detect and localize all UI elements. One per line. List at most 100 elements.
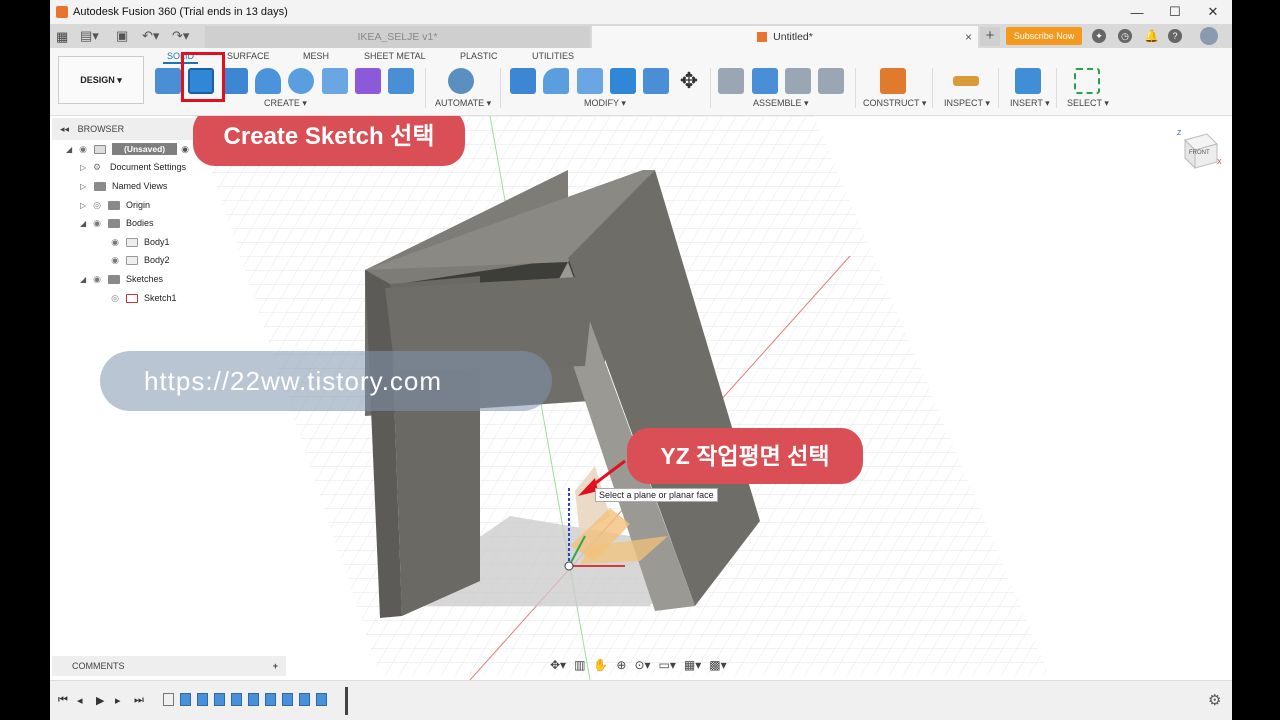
play-icon[interactable]: ▶ [96, 694, 104, 707]
automate-group-label[interactable]: AUTOMATE ▾ [435, 98, 491, 109]
tab-plastic[interactable]: PLASTIC [460, 51, 498, 61]
user-avatar[interactable] [1200, 27, 1218, 45]
tab-utilities[interactable]: UTILITIES [532, 51, 574, 61]
job-status-icon[interactable]: ◷ [1118, 29, 1132, 43]
tree-item-sketches[interactable]: ◢ ◉ Sketches [80, 270, 163, 288]
comments-panel[interactable]: COMMENTS + [52, 656, 286, 676]
undo-icon[interactable]: ↶▾ [142, 28, 159, 44]
timeline-marker[interactable] [345, 687, 348, 715]
move-icon[interactable]: ✥ [676, 68, 702, 94]
eye-icon[interactable]: ◉ [108, 237, 122, 248]
timeline-feature-item[interactable] [299, 693, 310, 706]
eye-icon[interactable]: ◉ [108, 255, 122, 266]
visual-style-icon[interactable]: ▦▾ [684, 658, 701, 672]
timeline-sketch-item[interactable] [163, 693, 174, 706]
timeline-feature-item[interactable] [231, 693, 242, 706]
subscribe-button[interactable]: Subscribe Now [1006, 27, 1082, 45]
new-component-icon[interactable] [155, 68, 181, 94]
collapse-triangle-icon[interactable]: ◢ [66, 145, 76, 154]
fit-icon[interactable]: ⊙▾ [634, 658, 650, 672]
file-menu-icon[interactable]: ▤▾ [80, 28, 99, 44]
minimize-button[interactable]: — [1118, 0, 1156, 24]
hole-icon[interactable] [288, 68, 314, 94]
as-built-joint-icon[interactable] [785, 68, 811, 94]
tree-item-bodies[interactable]: ◢ ◉ Bodies [80, 214, 154, 232]
timeline-feature-item[interactable] [197, 693, 208, 706]
eye-icon[interactable]: ◉ [90, 274, 104, 285]
extensions-icon[interactable]: ✦ [1092, 29, 1106, 43]
step-forward-icon[interactable]: ▸ [115, 694, 121, 707]
eye-icon[interactable]: ◉ [90, 218, 104, 229]
close-tab-button[interactable]: × [965, 30, 972, 44]
tab-mesh[interactable]: MESH [303, 51, 329, 61]
collapse-triangle-icon[interactable]: ◢ [80, 219, 90, 228]
look-at-icon[interactable]: ▥ [574, 658, 585, 672]
eye-hidden-icon[interactable]: ◎ [108, 293, 122, 304]
tree-item-sketch1[interactable]: ◎ Sketch1 [108, 289, 176, 307]
insert-image-icon[interactable] [1015, 68, 1041, 94]
revolve-icon[interactable] [255, 68, 281, 94]
fillet-icon[interactable] [543, 68, 569, 94]
timeline-feature-item[interactable] [282, 693, 293, 706]
orbit-icon[interactable]: ✥▾ [550, 658, 566, 672]
collapse-triangle-icon[interactable]: ◢ [80, 275, 90, 284]
automate-icon[interactable] [448, 68, 474, 94]
form-icon[interactable] [355, 68, 381, 94]
tab-surface[interactable]: SURFACE [227, 51, 270, 61]
expand-triangle-icon[interactable]: ▷ [80, 201, 90, 210]
add-comment-button[interactable]: + [273, 656, 278, 676]
view-cube[interactable]: Z FRONT X [1177, 130, 1222, 170]
radio-icon[interactable]: ◉ [181, 144, 189, 155]
app-grid-icon[interactable]: ▦ [56, 29, 68, 45]
redo-icon[interactable]: ↷▾ [172, 28, 189, 44]
tab-sheet-metal[interactable]: SHEET METAL [364, 51, 426, 61]
tree-item-body1[interactable]: ◉ Body1 [108, 233, 169, 251]
grid-settings-icon[interactable]: ▩▾ [709, 658, 726, 672]
offset-plane-icon[interactable] [880, 68, 906, 94]
tab-untitled[interactable]: Untitled* × [592, 26, 978, 48]
step-back-icon[interactable]: ◂ [77, 694, 83, 707]
select-group-label[interactable]: SELECT ▾ [1067, 98, 1109, 109]
close-window-button[interactable]: ✕ [1194, 0, 1232, 24]
timeline-feature-item[interactable] [180, 693, 191, 706]
eye-icon[interactable]: ◉ [76, 144, 90, 155]
derive-icon[interactable] [388, 68, 414, 94]
combine-icon[interactable] [643, 68, 669, 94]
shell-icon[interactable] [610, 68, 636, 94]
origin-point[interactable] [564, 561, 574, 571]
modify-group-label[interactable]: MODIFY ▾ [584, 98, 626, 109]
save-icon[interactable]: ▣ [116, 28, 128, 44]
display-settings-icon[interactable]: ▭▾ [659, 658, 676, 672]
pattern-icon[interactable] [322, 68, 348, 94]
tree-item-document-settings[interactable]: ▷ ⚙ Document Settings [80, 158, 186, 176]
timeline-feature-item[interactable] [265, 693, 276, 706]
expand-triangle-icon[interactable]: ▷ [80, 163, 90, 172]
pan-icon[interactable]: ✋ [593, 658, 608, 672]
go-to-end-icon[interactable]: ⏭ [134, 694, 144, 707]
tree-item-origin[interactable]: ▷ ◎ Origin [80, 196, 150, 214]
tree-item-root[interactable]: ◢ ◉ (Unsaved) ◉ [66, 140, 189, 158]
timeline-feature-item[interactable] [316, 693, 327, 706]
tree-item-body2[interactable]: ◉ Body2 [108, 251, 169, 269]
canvas-viewport[interactable]: ◂◂ BROWSER ◢ ◉ (Unsaved) ◉ ▷ ⚙ Document … [50, 116, 1232, 680]
tree-item-named-views[interactable]: ▷ Named Views [80, 177, 167, 195]
insert-group-label[interactable]: INSERT ▾ [1010, 98, 1050, 109]
construct-group-label[interactable]: CONSTRUCT ▾ [863, 98, 926, 109]
maximize-button[interactable]: ☐ [1156, 0, 1194, 24]
workspace-switcher-button[interactable]: DESIGN ▾ [58, 56, 144, 104]
go-to-start-icon[interactable]: ⏮ [58, 694, 68, 707]
new-tab-button[interactable]: + [980, 27, 1000, 46]
collapse-icon[interactable]: ◂◂ [60, 124, 69, 134]
eye-hidden-icon[interactable]: ◎ [90, 200, 104, 211]
help-icon[interactable]: ? [1168, 29, 1182, 43]
chamfer-icon[interactable] [577, 68, 603, 94]
joint-origin-icon[interactable] [818, 68, 844, 94]
inspect-group-label[interactable]: INSPECT ▾ [944, 98, 990, 109]
notifications-icon[interactable]: 🔔 [1144, 29, 1159, 43]
timeline-feature-item[interactable] [214, 693, 225, 706]
measure-icon[interactable] [953, 76, 979, 86]
timeline-feature-item[interactable] [248, 693, 259, 706]
assemble-group-label[interactable]: ASSEMBLE ▾ [753, 98, 809, 109]
create-group-label[interactable]: CREATE ▾ [264, 98, 307, 109]
select-icon[interactable] [1074, 68, 1100, 94]
